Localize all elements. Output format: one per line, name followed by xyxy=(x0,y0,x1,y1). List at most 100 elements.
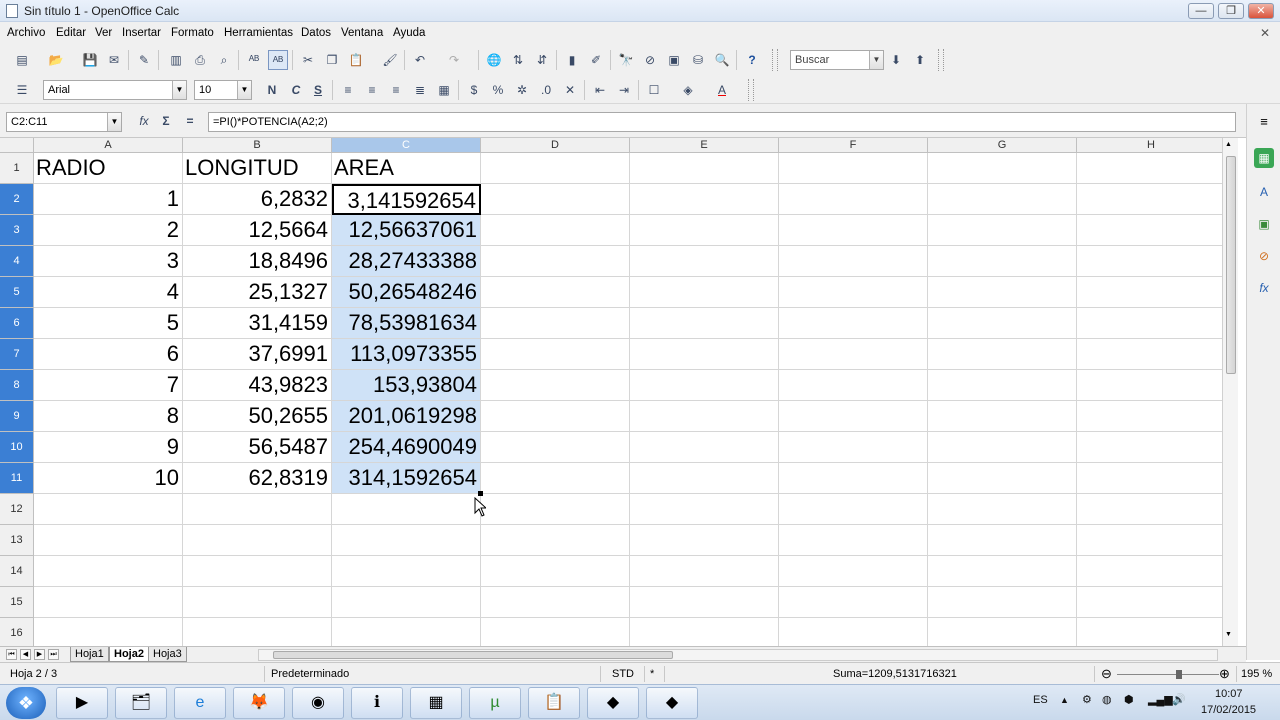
cell-c16[interactable] xyxy=(332,618,481,646)
toolbar-grip[interactable] xyxy=(938,49,944,71)
cell-d1[interactable] xyxy=(481,153,630,184)
cell-d9[interactable] xyxy=(481,401,630,432)
cell-d8[interactable] xyxy=(481,370,630,401)
cell-c5[interactable]: 50,26548246 xyxy=(332,277,481,308)
name-box-dropdown-icon[interactable]: ▼ xyxy=(107,113,121,131)
maximize-button[interactable]: ❐ xyxy=(1218,3,1244,19)
cell-b7[interactable]: 37,6991 xyxy=(183,339,332,370)
column-header-h[interactable]: H xyxy=(1077,138,1222,153)
chart-icon[interactable]: ▮ xyxy=(562,50,582,70)
gallery-icon[interactable]: ▣ xyxy=(664,50,684,70)
merge-cells-icon[interactable]: ▦ xyxy=(434,80,454,100)
cell-d16[interactable] xyxy=(481,618,630,646)
cell-f7[interactable] xyxy=(779,339,928,370)
cell-h6[interactable] xyxy=(1077,308,1222,339)
cell-g14[interactable] xyxy=(928,556,1077,587)
cell-e16[interactable] xyxy=(630,618,779,646)
cell-d15[interactable] xyxy=(481,587,630,618)
horizontal-scrollbar[interactable] xyxy=(258,649,1218,661)
cell-e8[interactable] xyxy=(630,370,779,401)
cell-h15[interactable] xyxy=(1077,587,1222,618)
cell-b2[interactable]: 6,2832 xyxy=(183,184,332,215)
cell-d7[interactable] xyxy=(481,339,630,370)
sidebar-menu-icon[interactable]: ≡ xyxy=(1254,112,1274,132)
cell-g9[interactable] xyxy=(928,401,1077,432)
cell-a4[interactable]: 3 xyxy=(34,246,183,277)
cell-g6[interactable] xyxy=(928,308,1077,339)
cell-c3[interactable]: 12,56637061 xyxy=(332,215,481,246)
cell-g4[interactable] xyxy=(928,246,1077,277)
clipboard-app-icon[interactable]: 📋 xyxy=(528,687,580,719)
row-header-6[interactable]: 6 xyxy=(0,308,34,339)
tab-hoja1[interactable]: Hoja1 xyxy=(70,647,109,662)
styles-formatting-icon[interactable]: A xyxy=(1254,182,1274,202)
file-explorer-icon[interactable]: 🗂 xyxy=(115,687,167,719)
column-header-a[interactable]: A xyxy=(34,138,183,153)
undo-icon[interactable]: ↶ xyxy=(410,50,430,70)
tray-expand-icon[interactable]: ▲ xyxy=(1060,695,1069,705)
tray-icon-2[interactable]: ◍ xyxy=(1102,693,1112,706)
cell-f8[interactable] xyxy=(779,370,928,401)
cell-a10[interactable]: 9 xyxy=(34,432,183,463)
row-header-5[interactable]: 5 xyxy=(0,277,34,308)
cell-g10[interactable] xyxy=(928,432,1077,463)
cell-h9[interactable] xyxy=(1077,401,1222,432)
functions-sidebar-icon[interactable]: fx xyxy=(1254,278,1274,298)
name-box[interactable]: C2:C11 ▼ xyxy=(6,112,122,132)
cell-f15[interactable] xyxy=(779,587,928,618)
row-header-16[interactable]: 16 xyxy=(0,618,34,646)
underline-button[interactable]: S xyxy=(308,80,328,100)
row-header-10[interactable]: 10 xyxy=(0,432,34,463)
column-header-c[interactable]: C xyxy=(332,138,481,153)
scroll-thumb[interactable] xyxy=(1226,156,1236,374)
menu-archivo[interactable]: Archivo xyxy=(7,27,45,39)
column-header-b[interactable]: B xyxy=(183,138,332,153)
row-header-7[interactable]: 7 xyxy=(0,339,34,370)
cell-h13[interactable] xyxy=(1077,525,1222,556)
cell-c6[interactable]: 78,53981634 xyxy=(332,308,481,339)
minimize-button[interactable]: — xyxy=(1188,3,1214,19)
cell-g8[interactable] xyxy=(928,370,1077,401)
row-header-2[interactable]: 2 xyxy=(0,184,34,215)
selection-mode[interactable]: STD xyxy=(612,668,634,680)
column-header-f[interactable]: F xyxy=(779,138,928,153)
cell-a16[interactable] xyxy=(34,618,183,646)
autospellcheck-icon[interactable]: ᴬᴮ xyxy=(268,50,288,70)
copy-icon[interactable]: ❐ xyxy=(322,50,342,70)
cell-e15[interactable] xyxy=(630,587,779,618)
sum-display[interactable]: Suma=1209,5131716321 xyxy=(833,668,957,680)
tab-hoja2[interactable]: Hoja2 xyxy=(109,647,149,662)
background-color-icon[interactable]: ◈ xyxy=(678,80,698,100)
zoom-out-icon[interactable]: ⊖ xyxy=(1101,666,1112,682)
network-icon[interactable]: ▂▄▆ xyxy=(1148,693,1173,706)
row-header-12[interactable]: 12 xyxy=(0,494,34,525)
firefox-icon[interactable]: 🦊 xyxy=(233,687,285,719)
spellcheck-icon[interactable]: ᴬᴮ xyxy=(244,50,264,70)
cell-c13[interactable] xyxy=(332,525,481,556)
edit-file-icon[interactable]: ✎ xyxy=(134,50,154,70)
delete-decimal-icon[interactable]: ✕ xyxy=(560,80,580,100)
cell-h2[interactable] xyxy=(1077,184,1222,215)
italic-button[interactable]: C xyxy=(286,80,306,100)
cell-d11[interactable] xyxy=(481,463,630,494)
font-size-field[interactable]: 10 ▼ xyxy=(194,80,252,100)
zoom-icon[interactable]: 🔍 xyxy=(712,50,732,70)
sort-ascending-icon[interactable]: ⇅ xyxy=(508,50,528,70)
cell-a9[interactable]: 8 xyxy=(34,401,183,432)
row-header-4[interactable]: 4 xyxy=(0,246,34,277)
internet-explorer-icon[interactable]: e xyxy=(174,687,226,719)
styles-icon[interactable]: ☰ xyxy=(12,80,32,100)
app-icon-1[interactable]: ◆ xyxy=(587,687,639,719)
page-style[interactable]: Predeterminado xyxy=(271,668,349,680)
utorrent-icon[interactable]: µ xyxy=(469,687,521,719)
row-header-1[interactable]: 1 xyxy=(0,153,34,184)
spreadsheet-grid[interactable]: ABCDEFGH 1 2 3 4 5 6 7 8 9 10 11 12 13 14 15 16 RADIO LO… xyxy=(0,138,1222,646)
row-header-15[interactable]: 15 xyxy=(0,587,34,618)
toolbar-grip[interactable] xyxy=(748,79,754,101)
cell-g15[interactable] xyxy=(928,587,1077,618)
cell-a7[interactable]: 6 xyxy=(34,339,183,370)
cell-d5[interactable] xyxy=(481,277,630,308)
cell-f1[interactable] xyxy=(779,153,928,184)
first-sheet-icon[interactable]: ⏮ xyxy=(6,649,17,660)
cell-a11[interactable]: 10 xyxy=(34,463,183,494)
